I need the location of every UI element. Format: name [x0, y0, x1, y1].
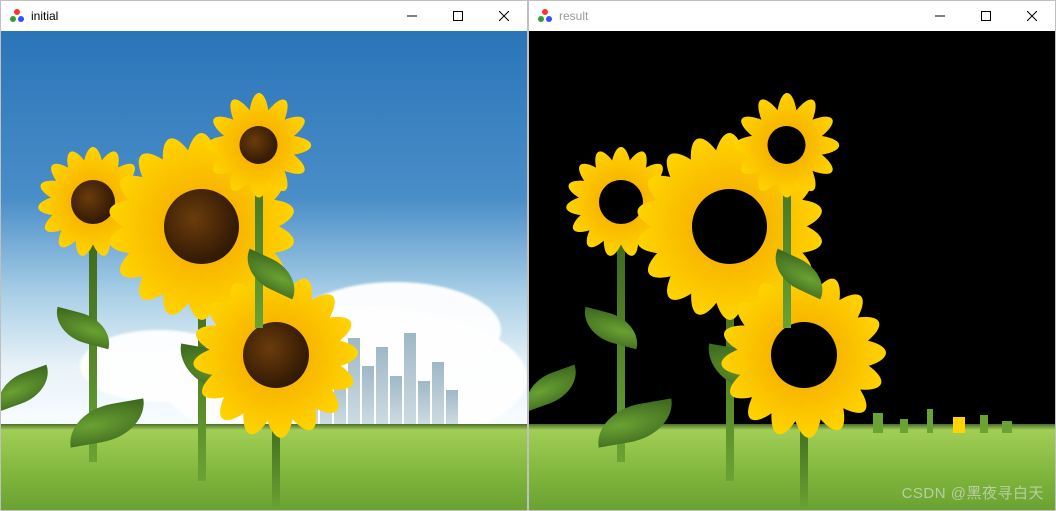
caption-buttons: [917, 1, 1055, 31]
close-icon: [499, 11, 509, 21]
maximize-icon: [981, 11, 991, 21]
opencv-icon: [9, 8, 25, 24]
titlebar[interactable]: result: [529, 1, 1055, 31]
sunflower-scene-masked: [529, 31, 1055, 510]
window-title: result: [559, 9, 588, 23]
caption-buttons: [389, 1, 527, 31]
minimize-icon: [407, 11, 417, 21]
sunflower-scene-original: [1, 31, 527, 510]
minimize-icon: [935, 11, 945, 21]
opencv-icon: [537, 8, 553, 24]
image-viewport-initial: [1, 31, 527, 510]
minimize-button[interactable]: [917, 1, 963, 31]
close-button[interactable]: [1009, 1, 1055, 31]
window-initial: initial: [0, 0, 528, 511]
close-icon: [1027, 11, 1037, 21]
maximize-button[interactable]: [963, 1, 1009, 31]
close-button[interactable]: [481, 1, 527, 31]
maximize-icon: [453, 11, 463, 21]
titlebar[interactable]: initial: [1, 1, 527, 31]
image-viewport-result: [529, 31, 1055, 510]
window-result: result: [528, 0, 1056, 511]
window-title: initial: [31, 9, 58, 23]
minimize-button[interactable]: [389, 1, 435, 31]
maximize-button[interactable]: [435, 1, 481, 31]
